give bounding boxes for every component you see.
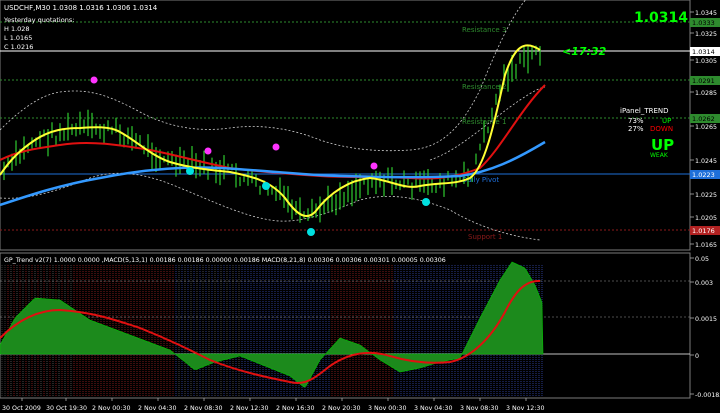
price-axis-label: 1.0205 bbox=[695, 215, 717, 222]
price-axis-label: 1.0345 bbox=[695, 10, 717, 17]
price-tag: 1.0314 bbox=[692, 48, 715, 56]
cyan-dot bbox=[262, 182, 270, 190]
magenta-dot bbox=[90, 76, 98, 84]
ipanel-down-label: DOWN bbox=[650, 125, 673, 133]
time-axis-label: 3 Nov 04:30 bbox=[414, 405, 452, 412]
support-1-label: Support 1 bbox=[468, 233, 502, 241]
time-axis-label: 3 Nov 12:30 bbox=[506, 405, 544, 412]
time-axis-label: 3 Nov 08:30 bbox=[460, 405, 498, 412]
time-axis-label: 2 Nov 16:30 bbox=[276, 405, 314, 412]
price-tag: 1.0291 bbox=[692, 77, 715, 85]
price-axis-label: 1.0325 bbox=[695, 31, 717, 38]
indicator-axis-label: 0.0015 bbox=[695, 316, 717, 323]
cyan-dot bbox=[422, 198, 430, 206]
sub-chart-title: GP_Trend v2(7) 1.0000 0.0000 ,MACD(5,13,… bbox=[4, 257, 446, 264]
magenta-dot bbox=[204, 147, 212, 155]
price-axis-label: 1.0265 bbox=[695, 124, 717, 131]
current-price-display: 1.0314 bbox=[634, 10, 688, 26]
ipanel-up-label: UP bbox=[662, 117, 671, 125]
ipanel-trend-strength: WEAK bbox=[650, 152, 669, 159]
price-axis: 1.0345 1.0325 1.0305 1.0285 1.0265 1.0245 1.02… bbox=[690, 10, 717, 249]
yesterday-low: L 1.0165 bbox=[4, 34, 32, 42]
cyan-dot bbox=[307, 228, 315, 236]
resistance-3-label: Resistance 3 bbox=[462, 26, 506, 34]
price-axis-label: 1.0165 bbox=[695, 242, 717, 249]
time-axis-label: 2 Nov 08:30 bbox=[184, 405, 222, 412]
price-axis-label: 1.0225 bbox=[695, 192, 717, 199]
yesterday-close: C 1.0216 bbox=[4, 43, 33, 51]
price-tag: 1.0176 bbox=[692, 227, 715, 235]
chart-title: USDCHF,M30 1.0308 1.0316 1.0306 1.0314 bbox=[4, 4, 158, 12]
indicator-axis: 0.05 0.003 0.0015 0 -0.00183 bbox=[690, 256, 720, 399]
cyan-dot bbox=[186, 167, 194, 175]
yesterday-header: Yesterday quotations: bbox=[3, 16, 74, 24]
time-axis-label: 2 Nov 20:30 bbox=[322, 405, 360, 412]
price-tag: 1.0223 bbox=[692, 171, 715, 179]
ipanel-up-pct: 73% bbox=[628, 117, 644, 125]
time-axis-label: 2 Nov 04:30 bbox=[138, 405, 176, 412]
indicator-axis-label: 0.05 bbox=[695, 256, 709, 263]
yesterday-high: H 1.028 bbox=[4, 25, 30, 33]
time-axis-label: 30 Oct 2009 bbox=[2, 405, 41, 412]
time-axis: 30 Oct 2009 30 Oct 19:30 2 Nov 00:30 2 Nov … bbox=[2, 398, 544, 412]
price-tag: 1.0262 bbox=[692, 115, 715, 123]
price-axis-label: 1.0305 bbox=[695, 58, 717, 65]
magenta-dot bbox=[370, 162, 378, 170]
indicator-axis-label: -0.00183 bbox=[695, 392, 720, 399]
indicator-axis-label: 0 bbox=[695, 353, 699, 360]
price-axis-label: 1.0245 bbox=[695, 158, 717, 165]
magenta-dot bbox=[272, 143, 280, 151]
ipanel-down-pct: 27% bbox=[628, 125, 644, 133]
time-axis-label: 2 Nov 00:30 bbox=[92, 405, 130, 412]
price-axis-label: 1.0285 bbox=[695, 90, 717, 97]
time-axis-label: 30 Oct 19:30 bbox=[46, 405, 87, 412]
time-axis-label: 2 Nov 12:30 bbox=[230, 405, 268, 412]
bar-countdown: <17:32 bbox=[562, 45, 607, 58]
ipanel-title: iPanel_TREND bbox=[620, 107, 669, 115]
indicator-axis-label: 0.003 bbox=[695, 280, 713, 287]
time-axis-label: 3 Nov 00:30 bbox=[368, 405, 406, 412]
price-tag: 1.0333 bbox=[692, 19, 715, 27]
chart-workspace: Resistance 3 Resistance 2 Resistance 1 D… bbox=[0, 0, 720, 412]
